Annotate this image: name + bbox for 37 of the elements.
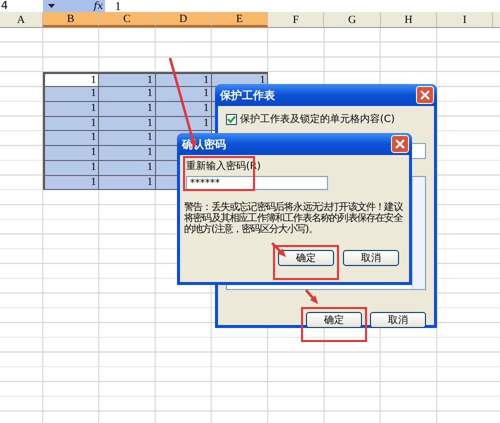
table-cell: 1 [99, 87, 156, 102]
table-cell: 1 [43, 146, 100, 161]
table-cell: 1 [99, 131, 156, 146]
function-button[interactable]: fx [94, 0, 103, 12]
table-cell: 1 [99, 176, 156, 190]
ok-button[interactable]: 确定 [306, 312, 362, 328]
table-cell: 1 [156, 87, 212, 102]
table-cell: 1 [99, 146, 156, 161]
table-cell: 1 [156, 72, 212, 87]
table-cell: 1 [43, 72, 100, 87]
column-header[interactable]: E [212, 12, 268, 27]
column-header[interactable]: B [43, 12, 100, 27]
table-cell: 1 [43, 102, 100, 116]
table-cell: 1 [43, 160, 100, 176]
dialog-title: 保护工作表 [220, 88, 275, 102]
table-cell: 1 [99, 72, 156, 87]
cancel-button[interactable]: 取消 [343, 250, 399, 266]
name-box[interactable]: 4 [0, 0, 43, 12]
column-header[interactable]: H [380, 12, 438, 27]
column-header[interactable]: C [99, 12, 156, 27]
table-cell: 1 [43, 87, 100, 102]
table-cell: 1 [99, 160, 156, 176]
warning-text: 警告：丢失或忘记密码后将永远无法打开该文件！建议将密码及其相应工作簿和工作表名称的列表保存在安全的地方(注意，密码区分大小写)。 [184, 202, 404, 235]
checkbox-label: 保护工作表及锁定的单元格内容(C) [240, 112, 395, 126]
table-cell: 1 [43, 176, 100, 190]
table-cell: 1 [99, 116, 156, 132]
cancel-button[interactable]: 取消 [370, 312, 426, 328]
column-header[interactable]: I [437, 12, 494, 27]
column-header[interactable]: D [156, 12, 212, 27]
ok-button[interactable]: 确定 [278, 250, 334, 266]
column-header[interactable]: F [268, 12, 324, 27]
table-cell: 1 [43, 131, 100, 146]
password-field[interactable]: ****** [186, 176, 328, 190]
column-header[interactable]: G [324, 12, 381, 27]
table-cell: 1 [99, 102, 156, 116]
table-cell: 1 [43, 116, 100, 132]
formula-field[interactable]: 1 [115, 0, 121, 14]
